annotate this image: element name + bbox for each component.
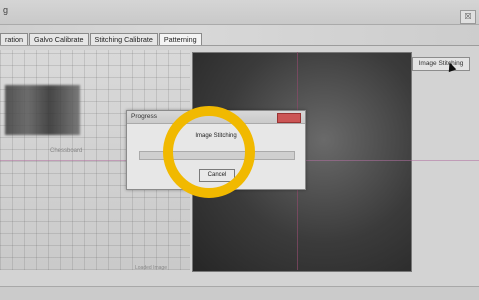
image-stitching-button[interactable]: Image Stitching <box>412 57 470 71</box>
tab-stitching-calibrate[interactable]: Stitching Calibrate <box>89 33 158 45</box>
window-close-button[interactable]: ☒ <box>460 10 476 24</box>
highlight-circle-annotation <box>163 106 255 198</box>
tab-patterning[interactable]: Patterning <box>158 33 202 45</box>
tab-bar: ration Galvo Calibrate Stitching Calibra… <box>0 33 203 45</box>
dialog-close-button[interactable] <box>277 113 301 123</box>
tab-calibration[interactable]: ration <box>0 33 28 45</box>
loaded-image-label: Loaded Image <box>135 265 167 271</box>
sample-image-region <box>5 85 80 135</box>
window-title: g <box>3 5 9 15</box>
dialog-title: Progress <box>131 113 158 120</box>
chessboard-label: Chessboard <box>50 148 83 154</box>
tab-galvo-calibrate[interactable]: Galvo Calibrate <box>28 33 89 45</box>
app-window: g ☒ ration Galvo Calibrate Stitching Cal… <box>0 0 479 300</box>
window-titlebar: g ☒ <box>0 0 479 25</box>
status-strip <box>0 286 479 300</box>
